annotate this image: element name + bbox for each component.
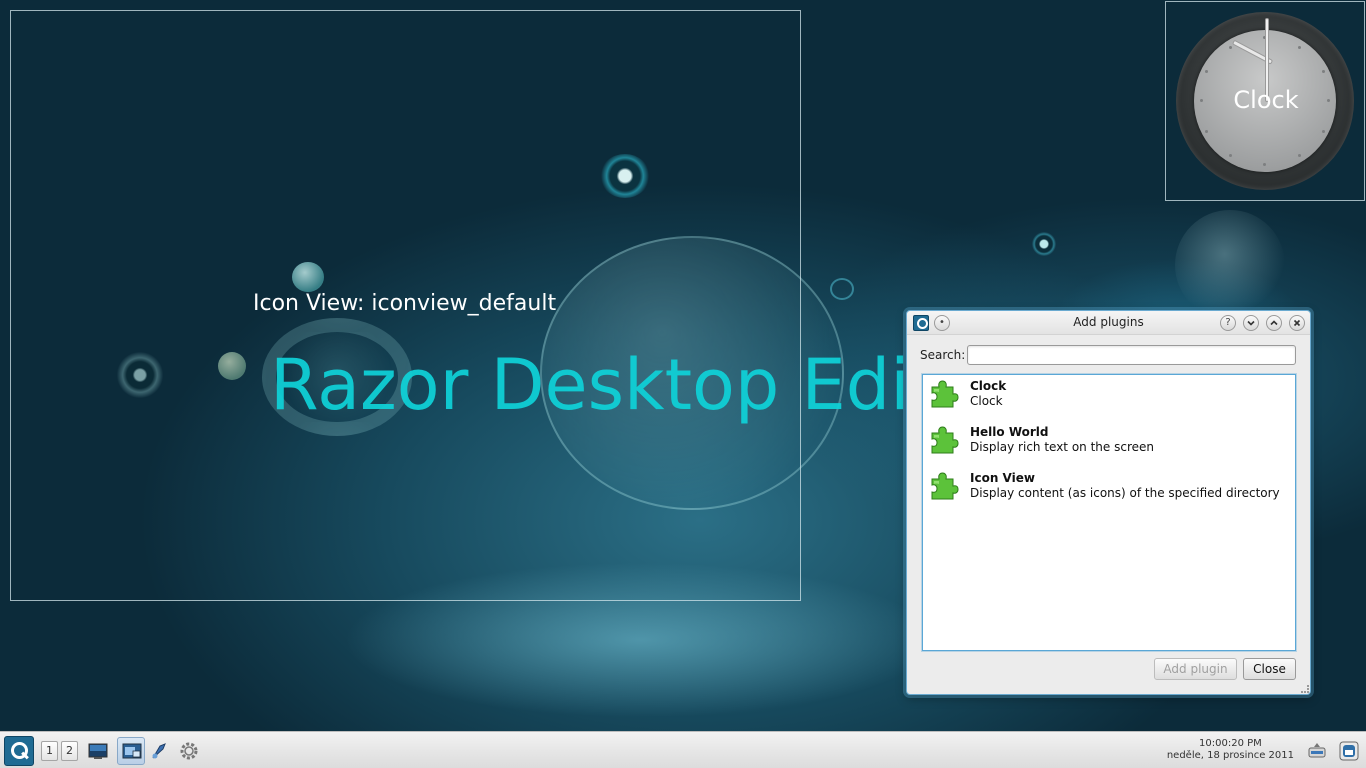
taskbar: 1 2 10:00:20 PM neděle, 18 prosince 2011 [0,731,1366,768]
close-window-button[interactable] [1289,315,1305,331]
clock-widget-label: Clock [1233,86,1299,114]
search-input[interactable] [967,345,1296,365]
plugin-description: Clock [970,394,1003,408]
plugin-item-icon-view[interactable]: Icon View Display content (as icons) of … [923,467,1295,507]
plugin-description: Display rich text on the screen [970,440,1154,454]
plugin-name: Icon View [970,471,1035,485]
clock-widget[interactable]: Clock [1165,1,1365,201]
clock-date: neděle, 18 prosince 2011 [1166,750,1294,761]
plugin-item-hello-world[interactable]: Hello World Display rich text on the scr… [923,421,1295,461]
show-desktop-icon[interactable] [87,740,109,762]
gear-icon[interactable] [178,740,200,762]
minimize-button[interactable] [1243,315,1259,331]
plugin-name: Clock [970,379,1007,393]
puzzle-piece-icon [931,472,959,500]
main-menu-button[interactable] [4,736,34,766]
clock-time: 10:00:20 PM [1199,738,1262,749]
plugin-name: Hello World [970,425,1049,439]
chevron-up-icon [1270,320,1278,326]
plugin-list[interactable]: Clock Clock Hello World Display rich tex… [922,374,1296,651]
iconview-widget-label: Icon View: iconview_default [253,291,557,316]
background-bubble [1032,232,1056,256]
plugin-item-clock[interactable]: Clock Clock [923,375,1295,415]
desktop-edit-banner: Razor Desktop Edit [270,344,938,426]
desktop-window-icon [122,743,142,759]
taskbar-clock[interactable]: 10:00:20 PM neděle, 18 prosince 2011 [1167,738,1294,762]
lock-screen-icon[interactable] [1338,740,1360,762]
plugin-description: Display content (as icons) of the specif… [970,486,1280,500]
taskbar-window-button[interactable] [117,737,145,765]
desktop-switch-2[interactable]: 2 [61,741,78,761]
puzzle-piece-icon [931,426,959,454]
chevron-down-icon [1247,320,1255,326]
resize-grip[interactable] [1301,685,1309,693]
background-bubble [1175,210,1285,320]
add-plugins-dialog: • Add plugins ? Search: Clock Clock Hell… [906,310,1311,695]
background-bubble [830,278,854,300]
puzzle-piece-icon [931,380,959,408]
paint-brush-icon[interactable] [149,740,171,762]
dialog-titlebar[interactable]: • Add plugins ? [907,311,1310,335]
close-button[interactable]: Close [1243,658,1296,680]
close-icon [1293,319,1301,327]
desktop-switch-1[interactable]: 1 [41,741,58,761]
add-plugin-button[interactable]: Add plugin [1154,658,1237,680]
search-label: Search: [920,348,966,362]
maximize-button[interactable] [1266,315,1282,331]
help-button[interactable]: ? [1220,315,1236,331]
drive-icon[interactable] [1306,740,1328,762]
